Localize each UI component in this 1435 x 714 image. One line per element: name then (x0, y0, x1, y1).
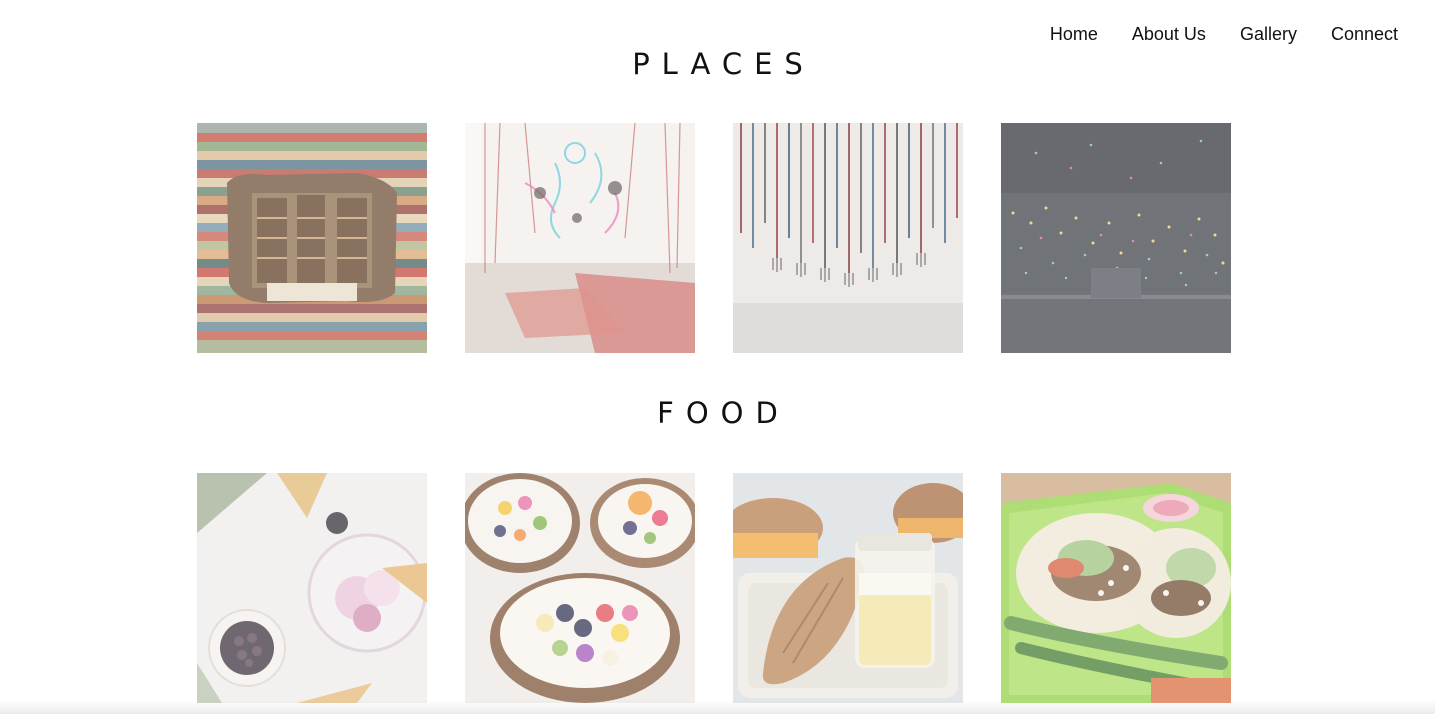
food-image-tacos[interactable] (1001, 473, 1231, 703)
image-overlay (733, 473, 963, 703)
places-image-neon-installation[interactable] (465, 123, 695, 353)
image-overlay (465, 473, 695, 703)
food-image-bread-jar[interactable] (733, 473, 963, 703)
places-image-infinity-room[interactable] (1001, 123, 1231, 353)
food-image-coconut-bowls[interactable] (465, 473, 695, 703)
image-overlay (197, 473, 427, 703)
food-section-title: FOOD (657, 396, 790, 430)
places-image-bookstore[interactable] (197, 123, 427, 353)
image-overlay (197, 123, 427, 353)
image-overlay (733, 123, 963, 353)
image-overlay (465, 123, 695, 353)
places-grid (197, 123, 1231, 353)
places-image-pitchforks[interactable] (733, 123, 963, 353)
nav-about-us[interactable]: About Us (1132, 22, 1206, 46)
food-grid (197, 473, 1231, 703)
food-image-ice-cream[interactable] (197, 473, 427, 703)
nav-home[interactable]: Home (1050, 22, 1098, 46)
image-overlay (1001, 473, 1231, 703)
bottom-shadow (0, 700, 1435, 714)
nav-connect[interactable]: Connect (1331, 22, 1398, 46)
nav-gallery[interactable]: Gallery (1240, 22, 1297, 46)
gallery-page: Home About Us Gallery Connect PLACES FOO… (0, 0, 1435, 714)
main-nav: Home About Us Gallery Connect (1050, 22, 1398, 46)
image-overlay (1001, 123, 1231, 353)
places-section-title: PLACES (632, 47, 815, 81)
